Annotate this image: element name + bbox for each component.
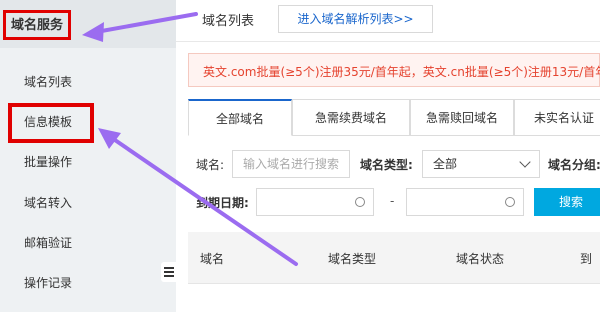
domain-table-header: 域名 域名类型 域名状态 到 [188,232,600,284]
main-content: 域名列表 进入域名解析列表>> 英文.com批量(≥5个)注册35元/首年起，英… [176,0,600,312]
tab-all-domains[interactable]: 全部域名 [188,99,292,136]
date-range-separator: - [390,194,395,208]
domain-type-label: 域名类型: [360,158,413,172]
sidebar-item-label: 域名列表 [24,75,73,89]
sidebar-item-label: 批量操作 [24,155,73,169]
tab-label: 急需续费域名 [314,111,387,125]
page-title: 域名列表 [202,14,255,29]
tab-label: 急需赎回域名 [425,111,498,125]
tab-unverified[interactable]: 未实名认证 [514,99,600,136]
tab-renew-urgent[interactable]: 急需续费域名 [292,99,410,136]
chevron-down-icon [519,156,531,168]
sidebar: 域名服务 域名列表 信息模板 批量操作 域名转入 邮箱验证 操作记录 [0,0,177,312]
column-header-domain-type[interactable]: 域名类型 [328,250,376,267]
filter-row-1: 域名: 输入域名进行搜索 域名类型: 全部 域名分组: [176,150,600,178]
tab-label: 全部域名 [215,112,264,126]
filter-row-2: 到期日期: - 搜索 [176,188,600,216]
domain-type-select[interactable]: 全部 [422,150,540,178]
sidebar-item-label: 操作记录 [24,276,73,290]
domain-search-input[interactable]: 输入域名进行搜索 [232,150,350,178]
sidebar-item-batch-ops[interactable]: 批量操作 [0,142,176,182]
sidebar-item-domain-list[interactable]: 域名列表 [0,62,176,102]
sidebar-item-label: 邮箱验证 [24,236,73,250]
domain-tabs: 全部域名 急需续费域名 急需赎回域名 未实名认证 [188,99,600,136]
clock-icon [355,197,365,207]
tab-label: 未实名认证 [533,111,594,125]
sidebar-item-info-template[interactable]: 信息模板 [0,102,176,143]
sidebar-item-operation-log[interactable]: 操作记录 [0,263,176,303]
sidebar-collapse-button[interactable] [161,262,177,282]
sidebar-item-domain-transfer[interactable]: 域名转入 [0,183,176,223]
domain-filter-label: 域名: [196,158,225,172]
highlight-box [8,103,94,143]
tab-redeem-urgent[interactable]: 急需赎回域名 [410,99,514,136]
domain-group-label: 域名分组: [548,158,600,172]
expiry-start-date-input[interactable] [256,188,374,216]
sidebar-header: 域名服务 [0,0,176,48]
sidebar-item-email-verify[interactable]: 邮箱验证 [0,223,176,263]
clock-icon [505,197,515,207]
sidebar-title-domain-service[interactable]: 域名服务 [3,10,72,40]
search-button[interactable]: 搜索 [534,188,600,216]
column-header-expiry[interactable]: 到 [580,250,592,267]
topbar: 域名列表 进入域名解析列表>> [176,0,600,42]
domain-type-value: 全部 [433,157,458,171]
expiry-date-label: 到期日期: [196,196,249,210]
promo-notice: 英文.com批量(≥5个)注册35元/首年起，英文.cn批量(≥5个)注册13元… [188,53,600,87]
sidebar-item-label: 域名转入 [24,196,73,210]
column-header-domain[interactable]: 域名 [200,250,224,267]
dns-list-link-button[interactable]: 进入域名解析列表>> [278,5,433,33]
expiry-end-date-input[interactable] [406,188,524,216]
collapse-menu-icon [164,267,174,277]
column-header-domain-status[interactable]: 域名状态 [456,250,504,267]
promo-notice-text: 英文.com批量(≥5个)注册35元/首年起，英文.cn批量(≥5个)注册13元… [203,65,600,79]
